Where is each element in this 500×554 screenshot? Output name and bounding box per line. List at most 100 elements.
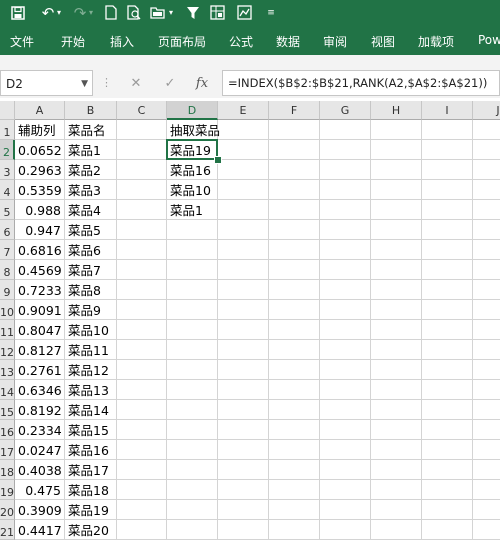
row-header-4[interactable]: 4 <box>0 180 15 200</box>
cell-g21[interactable] <box>320 520 371 540</box>
cell-f12[interactable] <box>269 340 320 360</box>
cell-i11[interactable] <box>422 320 473 340</box>
cell-g20[interactable] <box>320 500 371 520</box>
cell-g12[interactable] <box>320 340 371 360</box>
cell-e9[interactable] <box>218 280 269 300</box>
open-dropdown-icon[interactable]: ▾ <box>166 3 176 23</box>
cell-i13[interactable] <box>422 360 473 380</box>
cell-e12[interactable] <box>218 340 269 360</box>
cell-a10[interactable]: 0.9091 <box>15 300 65 320</box>
cell-a7[interactable]: 0.6816 <box>15 240 65 260</box>
column-header-j[interactable]: J <box>473 101 500 120</box>
cell-b14[interactable]: 菜品13 <box>65 380 117 400</box>
cell-c21[interactable] <box>117 520 167 540</box>
cell-d18[interactable] <box>167 460 218 480</box>
splitter-dots-icon[interactable]: ⋮ <box>101 76 112 89</box>
row-header-21[interactable]: 21 <box>0 520 15 540</box>
tab-add-ins[interactable]: 加载项 <box>418 33 454 50</box>
open-icon[interactable] <box>148 3 168 23</box>
cell-b19[interactable]: 菜品18 <box>65 480 117 500</box>
cell-g3[interactable] <box>320 160 371 180</box>
cell-b11[interactable]: 菜品10 <box>65 320 117 340</box>
cell-f14[interactable] <box>269 380 320 400</box>
cell-j9[interactable] <box>473 280 500 300</box>
cell-f16[interactable] <box>269 420 320 440</box>
cell-g8[interactable] <box>320 260 371 280</box>
cell-g15[interactable] <box>320 400 371 420</box>
name-box[interactable]: D2 ▼ <box>0 70 93 96</box>
cell-j21[interactable] <box>473 520 500 540</box>
cell-i8[interactable] <box>422 260 473 280</box>
cell-d12[interactable] <box>167 340 218 360</box>
cell-h12[interactable] <box>371 340 422 360</box>
cell-c15[interactable] <box>117 400 167 420</box>
cell-h14[interactable] <box>371 380 422 400</box>
cell-d20[interactable] <box>167 500 218 520</box>
cell-f11[interactable] <box>269 320 320 340</box>
cell-f6[interactable] <box>269 220 320 240</box>
cell-c5[interactable] <box>117 200 167 220</box>
cell-c2[interactable] <box>117 140 167 160</box>
cell-c12[interactable] <box>117 340 167 360</box>
cell-i14[interactable] <box>422 380 473 400</box>
tab-data[interactable]: 数据 <box>276 33 300 50</box>
row-header-5[interactable]: 5 <box>0 200 15 220</box>
cell-g2[interactable] <box>320 140 371 160</box>
cell-g17[interactable] <box>320 440 371 460</box>
spreadsheet-grid[interactable]: A B C D E F G H I J 1 辅助列 菜品名 抽取菜品 2 0.0652 菜品1 菜品19 3 0.29… <box>0 101 500 554</box>
cell-i17[interactable] <box>422 440 473 460</box>
cell-e18[interactable] <box>218 460 269 480</box>
cell-a4[interactable]: 0.5359 <box>15 180 65 200</box>
cell-b15[interactable]: 菜品14 <box>65 400 117 420</box>
freeze-panes-icon[interactable] <box>207 3 227 23</box>
column-header-i[interactable]: I <box>422 101 473 120</box>
cell-f3[interactable] <box>269 160 320 180</box>
chevron-down-icon[interactable]: ▼ <box>81 71 88 97</box>
tab-page-layout[interactable]: 页面布局 <box>158 33 206 50</box>
row-header-10[interactable]: 10 <box>0 300 15 320</box>
cell-a2[interactable]: 0.0652 <box>15 140 65 160</box>
cell-e2[interactable] <box>218 140 269 160</box>
cell-f17[interactable] <box>269 440 320 460</box>
cell-a15[interactable]: 0.8192 <box>15 400 65 420</box>
row-header-17[interactable]: 17 <box>0 440 15 460</box>
cell-g11[interactable] <box>320 320 371 340</box>
cell-h1[interactable] <box>371 120 422 140</box>
column-header-h[interactable]: H <box>371 101 422 120</box>
cell-j19[interactable] <box>473 480 500 500</box>
cell-j20[interactable] <box>473 500 500 520</box>
column-header-d[interactable]: D <box>167 101 218 120</box>
cell-e6[interactable] <box>218 220 269 240</box>
cell-c8[interactable] <box>117 260 167 280</box>
cell-d19[interactable] <box>167 480 218 500</box>
print-preview-icon[interactable] <box>124 3 144 23</box>
tab-view[interactable]: 视图 <box>371 33 395 50</box>
cell-i12[interactable] <box>422 340 473 360</box>
cell-b5[interactable]: 菜品4 <box>65 200 117 220</box>
formula-input[interactable]: =INDEX($B$2:$B$21,RANK(A2,$A$2:$A$21)) <box>222 70 500 96</box>
row-header-3[interactable]: 3 <box>0 160 15 180</box>
cell-h11[interactable] <box>371 320 422 340</box>
cell-e20[interactable] <box>218 500 269 520</box>
cell-e16[interactable] <box>218 420 269 440</box>
cell-f8[interactable] <box>269 260 320 280</box>
customize-dropdown-icon[interactable]: ≡ <box>264 3 278 23</box>
tab-formulas[interactable]: 公式 <box>229 33 253 50</box>
cell-a16[interactable]: 0.2334 <box>15 420 65 440</box>
fill-handle[interactable] <box>214 156 222 164</box>
cell-b9[interactable]: 菜品8 <box>65 280 117 300</box>
cell-b4[interactable]: 菜品3 <box>65 180 117 200</box>
cell-j2[interactable] <box>473 140 500 160</box>
cell-c3[interactable] <box>117 160 167 180</box>
cell-e5[interactable] <box>218 200 269 220</box>
cell-h5[interactable] <box>371 200 422 220</box>
cell-c1[interactable] <box>117 120 167 140</box>
cell-a3[interactable]: 0.2963 <box>15 160 65 180</box>
cell-i9[interactable] <box>422 280 473 300</box>
cell-h16[interactable] <box>371 420 422 440</box>
tab-insert[interactable]: 插入 <box>110 33 134 50</box>
cell-d3[interactable]: 菜品16 <box>167 160 218 180</box>
cell-g5[interactable] <box>320 200 371 220</box>
cell-h8[interactable] <box>371 260 422 280</box>
cell-e1[interactable] <box>218 120 269 140</box>
